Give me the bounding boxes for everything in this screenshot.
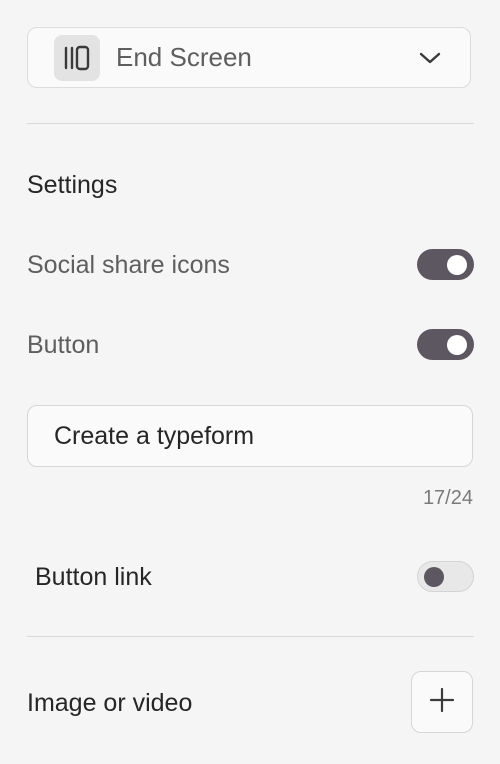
toggle-knob bbox=[424, 566, 444, 587]
block-type-label: End Screen bbox=[116, 42, 252, 72]
divider bbox=[27, 123, 474, 124]
button-toggle[interactable] bbox=[417, 329, 474, 360]
chevron-down-icon bbox=[418, 46, 442, 70]
social-share-label: Social share icons bbox=[27, 251, 230, 279]
settings-title: Settings bbox=[27, 171, 118, 199]
end-screen-icon bbox=[54, 34, 100, 81]
social-share-toggle[interactable] bbox=[417, 249, 474, 280]
button-label: Button bbox=[27, 331, 100, 359]
button-link-toggle[interactable] bbox=[417, 561, 474, 592]
settings-panel: End Screen Settings Social share icons B… bbox=[0, 0, 500, 764]
toggle-knob bbox=[447, 254, 467, 275]
block-type-dropdown[interactable]: End Screen bbox=[27, 27, 471, 88]
plus-icon bbox=[429, 687, 455, 718]
toggle-knob bbox=[447, 334, 467, 355]
button-text-input[interactable] bbox=[27, 405, 473, 467]
image-or-video-title: Image or video bbox=[27, 689, 193, 717]
add-media-button[interactable] bbox=[411, 671, 473, 733]
character-counter: 17/24 bbox=[422, 487, 473, 509]
divider bbox=[27, 636, 474, 637]
button-link-label: Button link bbox=[35, 563, 152, 591]
